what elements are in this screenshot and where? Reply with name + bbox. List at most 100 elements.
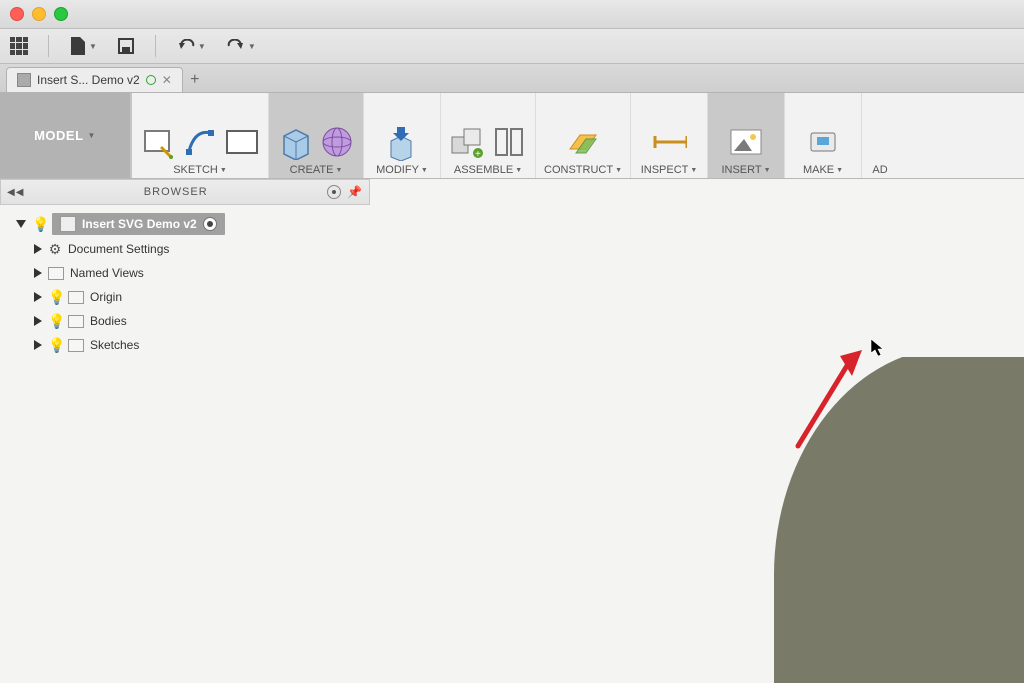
tab-save-status-icon [146,75,156,85]
folder-icon [68,339,84,352]
new-sketch-icon[interactable] [140,124,176,160]
save-button[interactable] [117,37,135,55]
ribbon-groups: SKETCH▼ CREATE▼ MODIFY▼ [132,93,890,178]
browser-panel-header[interactable]: ◀◀ BROWSER 📌 [0,179,370,205]
tree-item-label: Document Settings [68,242,169,256]
caret-down-icon: ▼ [89,42,97,51]
titlebar [0,0,1024,29]
window-controls [10,7,68,21]
ribbon-group-label: ASSEMBLE [454,164,513,176]
measure-icon[interactable] [651,124,687,160]
expander-closed-icon[interactable] [34,292,42,302]
caret-down-icon: ▼ [88,131,96,140]
rectangle-icon[interactable] [224,124,260,160]
close-window-button[interactable] [10,7,24,21]
caret-down-icon: ▼ [421,167,428,174]
ribbon-group-modify[interactable]: MODIFY▼ [364,93,441,178]
browser-tree: 💡 Insert SVG Demo v2 ⚙ Document Settings [0,205,370,357]
tree-item-label: Sketches [90,338,139,352]
undo-button[interactable]: ▼ [176,39,206,53]
spline-icon[interactable] [182,124,218,160]
visibility-off-icon[interactable]: 💡 [48,289,62,306]
ribbon-group-create[interactable]: CREATE▼ [269,93,364,178]
model-body[interactable] [764,357,1024,683]
ribbon-group-insert[interactable]: INSERT▼ [708,93,785,178]
toolbar-divider [48,35,49,57]
expander-closed-icon[interactable] [34,316,42,326]
apps-launcher-button[interactable] [10,37,28,55]
redo-icon [226,39,246,53]
print-3d-icon[interactable] [805,124,841,160]
visibility-on-icon[interactable]: 💡 [48,313,62,330]
component-icon [60,216,76,232]
ribbon-group-label: INSPECT [641,164,689,176]
pin-icon[interactable]: 📌 [347,185,363,199]
expander-open-icon[interactable] [16,220,26,228]
folder-icon [48,267,64,280]
folder-icon [68,315,84,328]
ribbon-group-label: MAKE [803,164,834,176]
box-primitive-icon[interactable] [277,124,313,160]
visibility-on-icon[interactable]: 💡 [32,216,46,233]
tree-root-row[interactable]: 💡 Insert SVG Demo v2 [16,211,370,237]
activate-component-button[interactable] [203,217,217,231]
ribbon-group-make[interactable]: MAKE▼ [785,93,862,178]
toolbar-divider [155,35,156,57]
press-pull-icon[interactable] [384,124,420,160]
ribbon-group-label: SKETCH [173,164,218,176]
ribbon-group-label: CREATE [290,164,334,176]
caret-down-icon: ▼ [836,167,843,174]
tree-item-document-settings[interactable]: ⚙ Document Settings [30,237,370,261]
construction-plane-icon[interactable] [565,124,601,160]
workspace-selector[interactable]: MODEL ▼ [0,93,132,178]
ribbon-group-label: CONSTRUCT [544,164,613,176]
caret-down-icon: ▼ [220,167,227,174]
ribbon-group-assemble[interactable]: + ASSEMBLE▼ [441,93,536,178]
insert-image-icon[interactable] [728,124,764,160]
tree-item-origin[interactable]: 💡 Origin [30,285,370,309]
file-menu-button[interactable]: ▼ [69,36,97,56]
new-component-icon[interactable]: + [449,124,485,160]
collapse-icon[interactable]: ◀◀ [7,187,24,198]
tree-item-label: Origin [90,290,122,304]
viewport[interactable]: ◀◀ BROWSER 📌 💡 Insert SVG Demo v2 [0,179,1024,683]
caret-down-icon: ▼ [198,42,206,51]
redo-button[interactable]: ▼ [226,39,256,53]
expander-closed-icon[interactable] [34,268,42,278]
expander-closed-icon[interactable] [34,244,42,254]
ribbon-group-construct[interactable]: CONSTRUCT▼ [536,93,631,178]
sphere-primitive-icon[interactable] [319,124,355,160]
gear-icon: ⚙ [48,241,62,258]
ribbon-group-label: INSERT [721,164,761,176]
folder-icon [68,291,84,304]
joint-icon[interactable] [491,124,527,160]
file-icon [69,36,87,56]
tree-item-label: Bodies [90,314,127,328]
tree-item-sketches[interactable]: 💡 Sketches [30,333,370,357]
maximize-window-button[interactable] [54,7,68,21]
tree-item-bodies[interactable]: 💡 Bodies [30,309,370,333]
workspace-label: MODEL [34,128,83,143]
minimize-window-button[interactable] [32,7,46,21]
caret-down-icon: ▼ [615,167,622,174]
document-tab-title: Insert S... Demo v2 [37,73,140,87]
ribbon-toolbar: MODEL ▼ SKETCH▼ [0,93,1024,179]
document-icon [17,73,31,87]
tree-item-named-views[interactable]: Named Views [30,261,370,285]
apps-grid-icon [10,37,28,55]
new-tab-button[interactable]: + [183,68,207,92]
quick-access-toolbar: ▼ ▼ ▼ [0,29,1024,64]
tree-item-label: Named Views [70,266,144,280]
ribbon-group-addins[interactable]: AD [862,93,890,178]
tab-close-button[interactable]: ✕ [162,73,172,87]
ribbon-group-label: AD [872,164,887,176]
undo-icon [176,39,196,53]
svg-text:+: + [475,149,481,159]
document-tab[interactable]: Insert S... Demo v2 ✕ [6,67,183,92]
ribbon-group-inspect[interactable]: INSPECT▼ [631,93,708,178]
panel-settings-button[interactable] [327,185,341,199]
visibility-on-icon[interactable]: 💡 [48,337,62,354]
ribbon-group-sketch[interactable]: SKETCH▼ [132,93,269,178]
expander-closed-icon[interactable] [34,340,42,350]
save-icon [117,37,135,55]
